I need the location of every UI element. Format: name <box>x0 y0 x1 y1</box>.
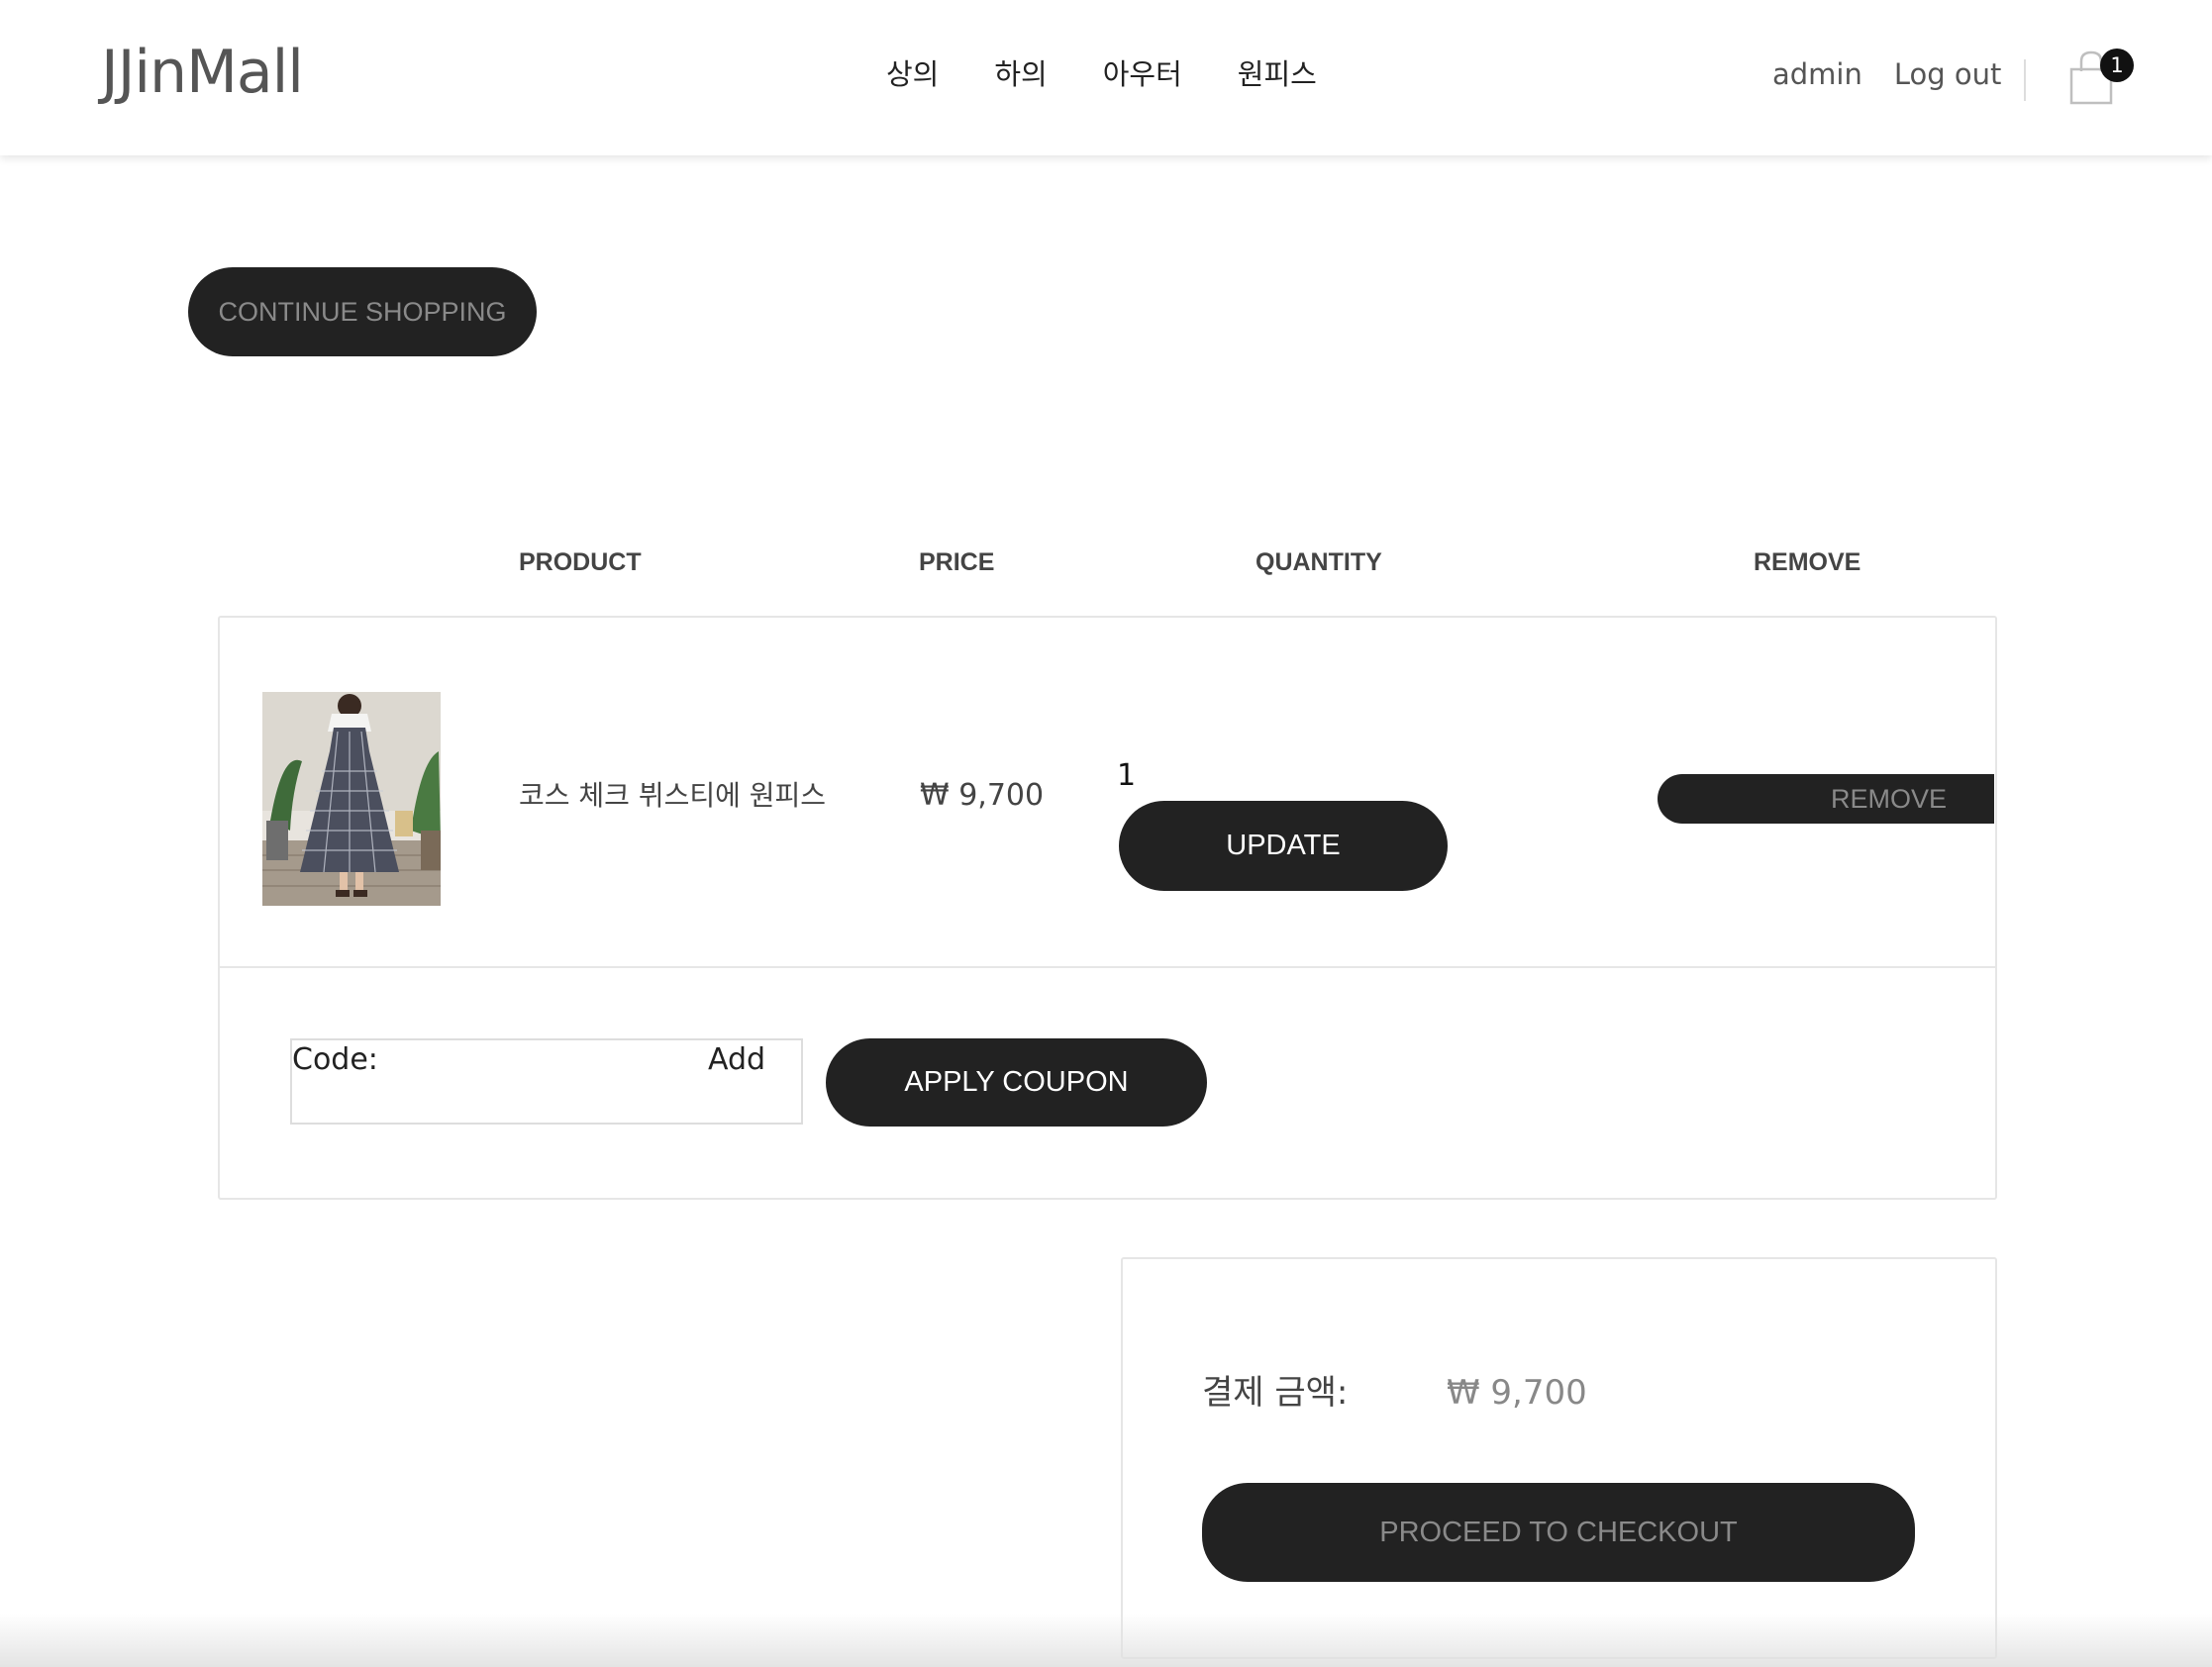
user-name-link[interactable]: admin <box>1772 54 1862 94</box>
order-summary: 결제 금액: ₩ 9,700 PROCEED TO CHECKOUT <box>1121 1257 1997 1659</box>
coupon-code-label: Code: <box>292 1042 378 1077</box>
user-area: admin Log out <box>1772 54 2001 94</box>
column-header-remove: REMOVE <box>1754 548 1861 576</box>
row-divider <box>220 966 1995 968</box>
continue-shopping-button[interactable]: CONTINUE SHOPPING <box>188 267 537 356</box>
product-price: ₩ 9,700 <box>920 778 1045 813</box>
nav-item-outerwear[interactable]: 아우터 <box>1103 54 1182 94</box>
nav-item-bottoms[interactable]: 하의 <box>994 54 1047 94</box>
apply-coupon-button[interactable]: APPLY COUPON <box>826 1038 1207 1127</box>
coupon-code-field[interactable]: Code: Add <box>290 1038 803 1125</box>
total-value: ₩ 9,700 <box>1447 1373 1587 1413</box>
column-header-price: PRICE <box>919 548 995 576</box>
proceed-to-checkout-button[interactable]: PROCEED TO CHECKOUT <box>1202 1483 1915 1582</box>
site-logo[interactable]: JJinMall <box>101 38 304 107</box>
nav-item-dresses[interactable]: 원피스 <box>1238 54 1317 94</box>
nav-item-tops[interactable]: 상의 <box>886 54 939 94</box>
main-nav: 상의 하의 아우터 원피스 <box>886 54 1317 94</box>
coupon-add-label: Add <box>708 1042 766 1077</box>
product-name[interactable]: 코스 체크 뷔스티에 원피스 <box>519 776 826 816</box>
logout-link[interactable]: Log out <box>1894 54 2002 94</box>
quantity-value[interactable]: 1 <box>1117 756 1136 796</box>
column-header-product: PRODUCT <box>519 548 642 576</box>
site-header: JJinMall 상의 하의 아우터 원피스 admin Log out 1 <box>0 0 2212 155</box>
header-divider <box>2024 59 2026 101</box>
cart-count-badge: 1 <box>2100 49 2134 82</box>
update-quantity-button[interactable]: UPDATE <box>1119 801 1448 891</box>
cart-table: 코스 체크 뷔스티에 원피스 ₩ 9,700 1 UPDATE REMOVE C… <box>218 616 1997 1200</box>
product-image[interactable] <box>262 692 441 906</box>
total-label: 결제 금액: <box>1202 1373 1349 1413</box>
column-header-quantity: QUANTITY <box>1256 548 1382 576</box>
remove-item-button[interactable]: REMOVE <box>1658 774 1994 824</box>
